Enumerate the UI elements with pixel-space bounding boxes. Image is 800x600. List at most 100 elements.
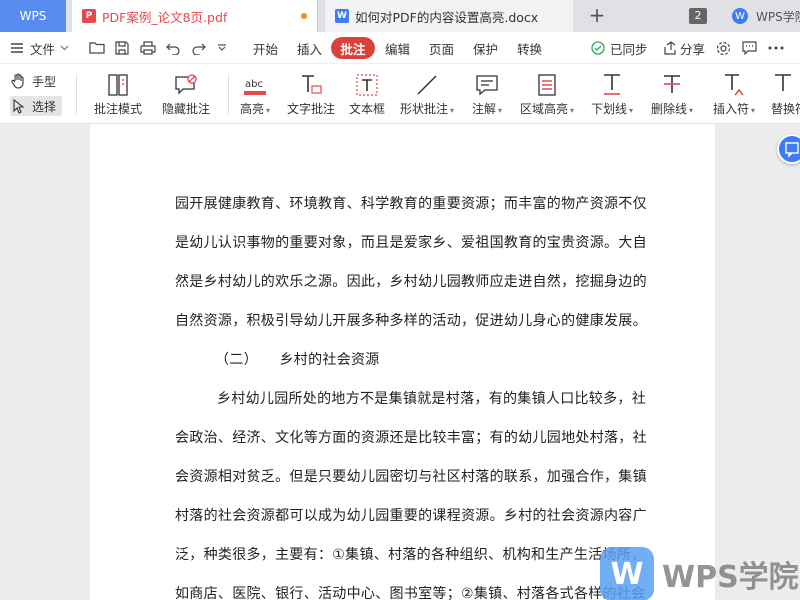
- open-folder-icon[interactable]: [89, 32, 105, 64]
- wps-logo-icon: W: [732, 8, 748, 24]
- chat-assist-icon: [785, 142, 799, 158]
- textbox-button[interactable]: 文本框: [344, 64, 390, 124]
- text-line: 会资源相对贫乏。但是只要幼儿园密切与社区村落的联系，加强合作，集镇: [175, 469, 647, 485]
- text-line: 是幼儿认识事物的重要对象，而且是爱家乡、爱祖国教育的宝贵资源。大自: [175, 235, 647, 251]
- menu-edit[interactable]: 编辑: [385, 32, 410, 64]
- insert-caret-icon: [725, 74, 744, 96]
- hand-icon: [11, 73, 24, 89]
- print-icon[interactable]: [140, 32, 156, 64]
- section-heading: （二） 乡村的社会资源: [215, 352, 380, 368]
- replace-caret-button[interactable]: 替换符: [768, 64, 800, 124]
- watermark-text: WPS学院: [662, 560, 799, 595]
- hide-annotation-icon: [175, 74, 197, 95]
- settings-icon[interactable]: [716, 32, 731, 64]
- cursor-arrow-icon: [13, 98, 25, 114]
- tool-label: 形状批注: [399, 102, 448, 116]
- menu-page[interactable]: 页面: [429, 32, 454, 64]
- shape-annotation-icon: [417, 75, 437, 95]
- tool-label: 文本框: [348, 102, 385, 116]
- chevron-down-icon: [60, 45, 69, 51]
- undo-icon[interactable]: [166, 32, 180, 64]
- sync-status[interactable]: 已同步: [590, 32, 648, 64]
- tool-label: 文字批注: [286, 102, 335, 116]
- sync-label: 已同步: [610, 41, 648, 57]
- textbox-icon: [356, 74, 378, 96]
- comment-icon[interactable]: [742, 32, 757, 64]
- tool-label: 插入符: [712, 102, 749, 116]
- menu-bar: 文件 开始 插入 批注 编辑 页面 保护 转换 已同步 分享: [0, 32, 800, 64]
- brand-label: WPS: [19, 9, 47, 23]
- underline-icon: [604, 74, 620, 95]
- text-line: 自然资源，积极引导幼儿开展多种多样的活动，促进幼儿身心的健康发展。: [175, 313, 647, 329]
- hand-mode-button[interactable]: 手型: [10, 71, 56, 91]
- ribbon-divider: [76, 74, 77, 114]
- highlight-icon: abc: [244, 79, 266, 95]
- dropdown-caret-icon: ▾: [450, 106, 455, 115]
- highlight-button[interactable]: abc 高亮 ▾: [234, 64, 276, 124]
- area-highlight-icon: [538, 74, 556, 96]
- menu-protect[interactable]: 保护: [473, 32, 498, 64]
- doc-icon: W: [335, 9, 349, 23]
- select-mode-button[interactable]: 选择: [10, 96, 63, 116]
- underline-button[interactable]: 下划线 ▾: [586, 64, 638, 124]
- annotation-mode-icon: [108, 74, 128, 96]
- dropdown-caret-icon: ▾: [751, 106, 756, 115]
- wps-home-tab[interactable]: WPS: [0, 0, 66, 32]
- annotation-ribbon: 手型 选择 批注模式 隐藏批注 abc 高亮 ▾ 文字批注 文本框 形状批注 ▾ 注…: [0, 64, 800, 124]
- text-annotation-button[interactable]: 文字批注: [284, 64, 338, 124]
- select-mode-label: 选择: [32, 99, 57, 114]
- tab-pdf-document[interactable]: P PDF案例_论文8页.pdf: [72, 0, 318, 32]
- dropdown-caret-icon: ▾: [266, 106, 271, 115]
- menu-home[interactable]: 开始: [253, 32, 278, 64]
- tool-label: 替换符: [771, 102, 800, 116]
- strikethrough-icon: [664, 75, 680, 93]
- floating-assistant-button[interactable]: [777, 134, 800, 164]
- new-tab-button[interactable]: +: [586, 5, 608, 27]
- save-icon[interactable]: [115, 32, 129, 64]
- text-line: 然是乡村幼儿的欢乐之源。因此，乡村幼儿园教师应走进自然，挖掘身边的: [175, 274, 647, 290]
- dropdown-caret-icon: ▾: [498, 106, 503, 115]
- menu-convert[interactable]: 转换: [517, 32, 542, 64]
- file-menu[interactable]: 文件: [10, 32, 69, 64]
- tab-bar: WPS P PDF案例_论文8页.pdf W 如何对PDF的内容设置高亮.doc…: [0, 0, 800, 32]
- tab-count-badge[interactable]: 2: [689, 8, 707, 24]
- quick-access-dropdown-icon[interactable]: [217, 32, 227, 64]
- redo-icon[interactable]: [192, 32, 206, 64]
- dropdown-caret-icon: ▾: [570, 106, 575, 115]
- area-highlight-button[interactable]: 区域高亮 ▾: [516, 64, 578, 124]
- share-label: 分享: [680, 41, 706, 57]
- strikethrough-button[interactable]: 删除线 ▾: [646, 64, 698, 124]
- share-icon: [664, 41, 676, 55]
- text-line: 园开展健康教育、环境教育、科学教育的重要资源；而丰富的物产资源不仅: [175, 196, 647, 212]
- dropdown-caret-icon: ▾: [689, 106, 694, 115]
- note-button[interactable]: 注解 ▾: [466, 64, 508, 124]
- pdf-icon: P: [82, 9, 96, 23]
- hand-mode-label: 手型: [32, 74, 57, 89]
- more-options-icon[interactable]: [768, 32, 784, 64]
- text-line: 村落的社会资源都可以成为幼儿园重要的课程资源。乡村的社会资源内容广: [175, 508, 647, 524]
- tool-label: 注解: [471, 102, 496, 116]
- dropdown-caret-icon: ▾: [629, 106, 634, 115]
- text-line: 如商店、医院、银行、活动中心、图书室等；②集镇、村落各式各样的社会: [175, 586, 646, 600]
- tab-docx-document[interactable]: W 如何对PDF的内容设置高亮.docx: [325, 0, 573, 32]
- shape-annotation-button[interactable]: 形状批注 ▾: [396, 64, 458, 124]
- document-page[interactable]: 园开展健康教育、环境教育、科学教育的重要资源；而丰富的物产资源不仅 是幼儿认识事…: [90, 124, 715, 600]
- menu-insert[interactable]: 插入: [297, 32, 322, 64]
- text-line: 泛，种类很多，主要有：①集镇、村落的各种组织、机构和生产生活场所，: [175, 547, 646, 563]
- cloud-sync-icon: [591, 41, 605, 55]
- document-canvas[interactable]: 园开展健康教育、环境教育、科学教育的重要资源；而丰富的物产资源不仅 是幼儿认识事…: [0, 124, 800, 600]
- hide-annotation-button[interactable]: 隐藏批注: [156, 64, 216, 124]
- share-button[interactable]: 分享: [662, 32, 705, 64]
- text-line: 会政治、经济、文化等方面的资源还是比较丰富；有的幼儿园地处村落，社: [175, 430, 647, 446]
- text-annotation-icon: [302, 75, 322, 94]
- insert-caret-button[interactable]: 插入符 ▾: [706, 64, 762, 124]
- svg-text:abc: abc: [245, 79, 263, 90]
- menu-annotate[interactable]: 批注: [331, 37, 375, 59]
- tool-label: 下划线: [590, 102, 627, 116]
- annotation-mode-button[interactable]: 批注模式: [88, 64, 148, 124]
- file-menu-label: 文件: [30, 41, 56, 57]
- account-button[interactable]: W WPS学院: [732, 6, 800, 26]
- tool-label: 删除线: [650, 102, 687, 116]
- tool-label: 批注模式: [93, 102, 142, 116]
- tool-label: 隐藏批注: [161, 102, 210, 116]
